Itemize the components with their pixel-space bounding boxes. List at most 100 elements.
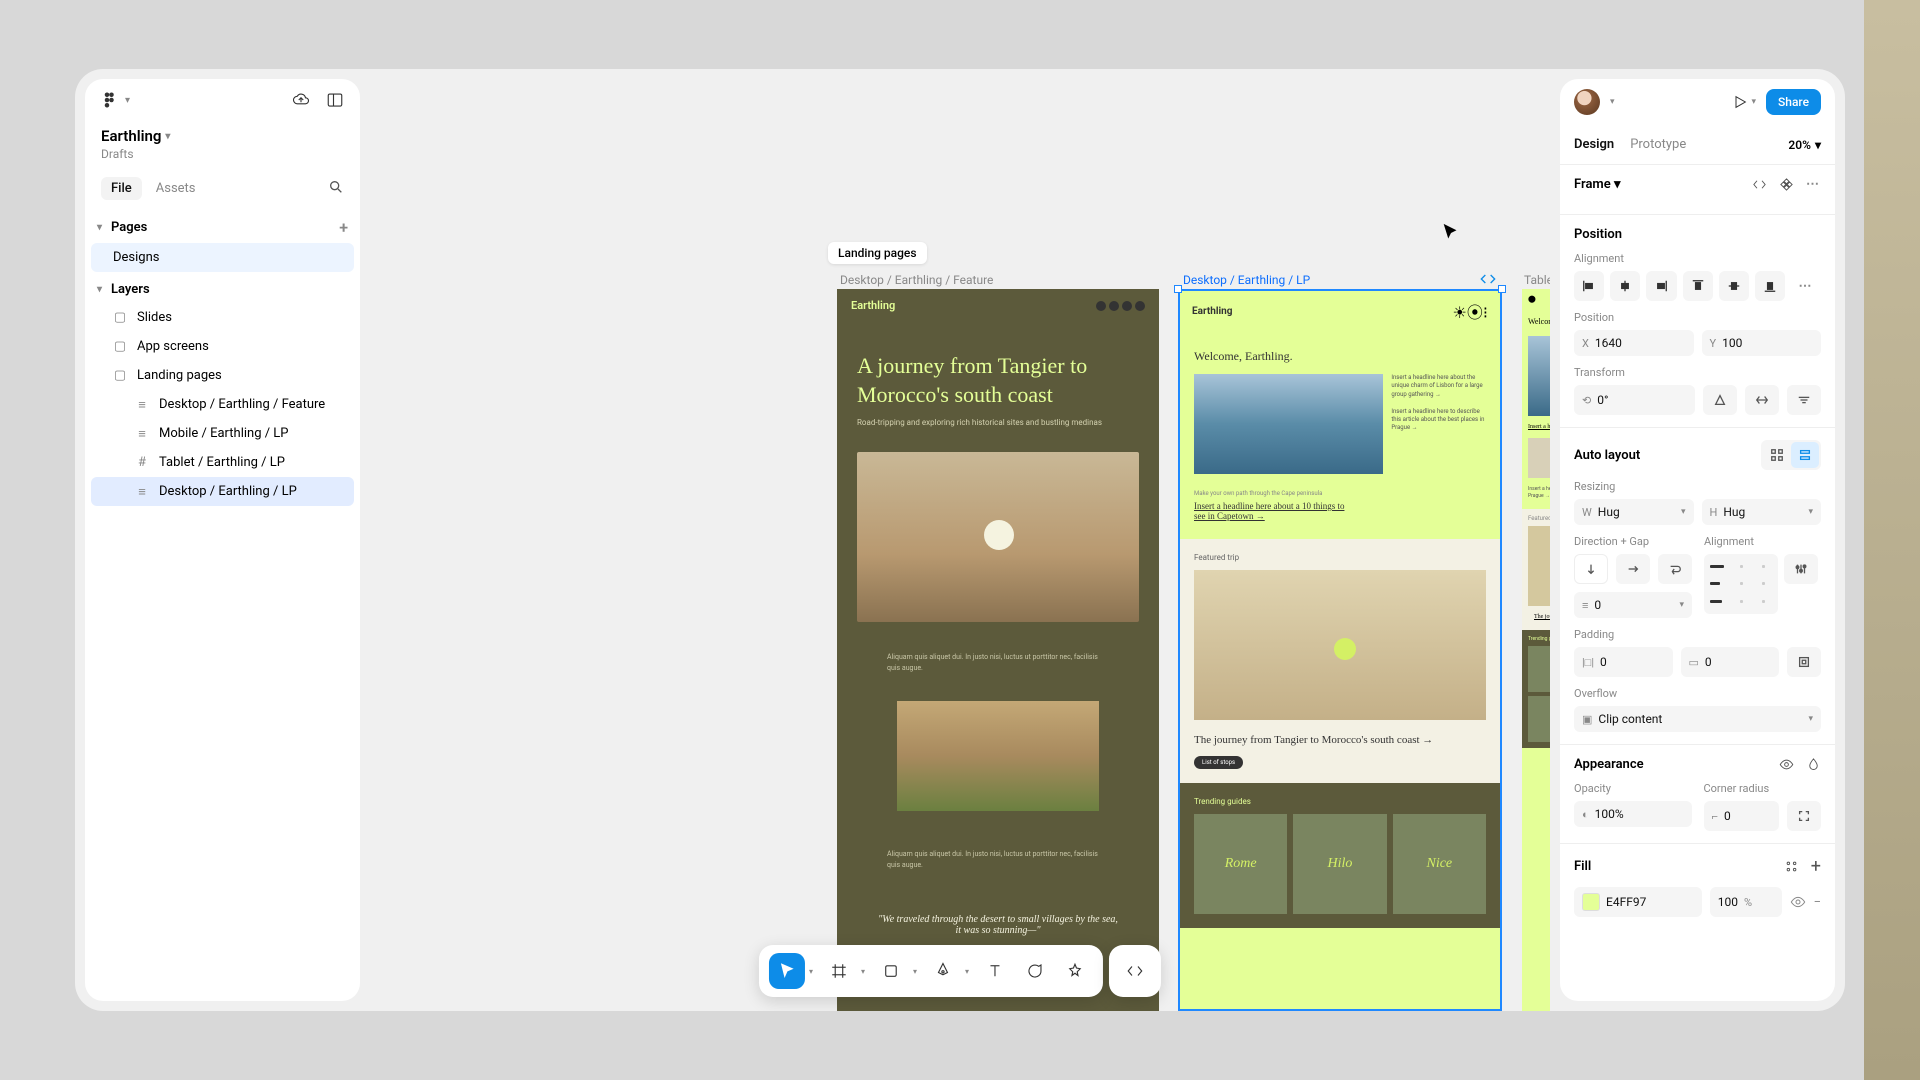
frame-tool[interactable] — [821, 953, 857, 989]
add-page-button[interactable]: + — [339, 218, 348, 237]
present-button[interactable]: ▾ — [1732, 94, 1757, 110]
tool-caret[interactable]: ▾ — [861, 967, 865, 976]
artboard-tablet-lp[interactable]: ⬤⦿ ⁝ Welcome, Earthling. Insert a headli… — [1522, 289, 1550, 1011]
radius-input[interactable]: ⌐0 — [1704, 801, 1780, 831]
opacity-input[interactable]: ◐100% — [1574, 801, 1692, 827]
site-logo: Earthling — [851, 299, 895, 312]
layers-header[interactable]: ▾ Layers — [85, 272, 360, 303]
frame-label-feature[interactable]: Desktop / Earthling / Feature — [840, 273, 993, 287]
canvas[interactable]: Landing pages Desktop / Earthling / Feat… — [370, 69, 1550, 1011]
zoom-control[interactable]: 20%▾ — [1788, 131, 1821, 158]
flip-h[interactable] — [1703, 385, 1737, 415]
share-button[interactable]: Share — [1766, 89, 1821, 115]
x-input[interactable]: X1640 — [1574, 330, 1694, 356]
align-h-center[interactable] — [1610, 271, 1640, 301]
dev-ready-badge[interactable] — [1480, 271, 1496, 291]
gap-input[interactable]: ≡0▾ — [1574, 592, 1692, 618]
align-v-center[interactable] — [1719, 271, 1749, 301]
hero-subtitle: Road-tripping and exploring rich histori… — [837, 417, 1159, 438]
shape-tool[interactable] — [873, 953, 909, 989]
styles-icon[interactable] — [1784, 859, 1799, 874]
user-avatar[interactable] — [1574, 89, 1600, 115]
tab-design[interactable]: Design — [1574, 131, 1614, 158]
cloud-upload-icon[interactable] — [292, 91, 310, 109]
remove-fill[interactable]: − — [1814, 895, 1821, 910]
overflow-select[interactable]: ▣Clip content▾ — [1574, 706, 1821, 732]
dir-vertical[interactable] — [1574, 554, 1608, 584]
more-icon[interactable]: ⋯ — [1806, 177, 1821, 192]
align-right[interactable] — [1646, 271, 1676, 301]
align-left[interactable] — [1574, 271, 1604, 301]
dir-wrap[interactable] — [1658, 554, 1692, 584]
artboard-desktop-lp[interactable]: Earthling☀⦿⁝ Welcome, Earthling. Insert … — [1178, 289, 1502, 1011]
article-image — [897, 701, 1099, 811]
move-tool[interactable] — [769, 953, 805, 989]
pen-tool[interactable] — [925, 953, 961, 989]
align-bottom[interactable] — [1755, 271, 1785, 301]
layer-mobile-lp[interactable]: ≡Mobile / Earthling / LP — [91, 419, 354, 448]
hero-title: A journey from Tangier to Morocco's sout… — [837, 322, 1159, 417]
add-fill[interactable]: + — [1811, 856, 1821, 877]
visibility-icon[interactable] — [1779, 757, 1794, 772]
tab-file[interactable]: File — [101, 177, 142, 200]
tool-caret[interactable]: ▾ — [913, 967, 917, 976]
text-tool[interactable] — [977, 953, 1013, 989]
al-off[interactable] — [1763, 442, 1791, 468]
fill-section: Fill — [1574, 859, 1591, 874]
figma-menu[interactable]: ▾ — [101, 91, 135, 109]
width-mode[interactable]: WHug▾ — [1574, 499, 1694, 525]
y-input[interactable]: Y100 — [1702, 330, 1822, 356]
figma-icon — [101, 91, 119, 109]
section-label[interactable]: Landing pages — [828, 242, 927, 264]
layer-desktop-lp[interactable]: ≡Desktop / Earthling / LP — [91, 477, 354, 506]
code-icon[interactable] — [1752, 177, 1767, 192]
chevron-down-icon: ▾ — [125, 95, 135, 106]
alignment-grid[interactable] — [1704, 554, 1778, 614]
file-name[interactable]: Earthling▾ — [101, 127, 175, 145]
flip-v[interactable] — [1745, 385, 1779, 415]
panel-toggle-icon[interactable] — [326, 91, 344, 109]
dir-horizontal[interactable] — [1616, 554, 1650, 584]
layer-landing-pages[interactable]: ▢Landing pages — [91, 361, 354, 390]
pages-header[interactable]: ▾ Pages + — [85, 208, 360, 243]
artboard-desktop-feature[interactable]: Earthling A journey from Tangier to Moro… — [837, 289, 1159, 1011]
body-text-2: Aliquam quis aliquet dui. In justo nisi,… — [837, 819, 1159, 890]
nav-icons: ☀⦿⁝ — [1453, 299, 1488, 323]
padding-v-input[interactable]: ▭0 — [1681, 647, 1780, 677]
blend-icon[interactable] — [1806, 757, 1821, 772]
comment-tool[interactable] — [1017, 953, 1053, 989]
frame-heading[interactable]: Frame ▾ — [1574, 177, 1620, 192]
frame-label-desktop-lp[interactable]: Desktop / Earthling / LP — [1183, 273, 1310, 287]
padding-individual[interactable] — [1787, 647, 1821, 677]
dev-mode-toggle[interactable] — [1117, 953, 1153, 989]
rotation-input[interactable]: ⟲0° — [1574, 385, 1695, 415]
height-mode[interactable]: HHug▾ — [1702, 499, 1822, 525]
padding-h-input[interactable]: |□|0 — [1574, 647, 1673, 677]
fill-alpha[interactable]: 100% — [1710, 887, 1782, 917]
tab-assets[interactable]: Assets — [146, 177, 206, 200]
selection-handle[interactable] — [1498, 285, 1506, 293]
align-more[interactable]: ⋯ — [1791, 271, 1821, 301]
al-settings[interactable] — [1784, 554, 1818, 584]
layer-slides[interactable]: ▢Slides — [91, 303, 354, 332]
fill-color[interactable]: E4FF97 — [1574, 887, 1702, 917]
selection-handle[interactable] — [1174, 285, 1182, 293]
tool-caret[interactable]: ▾ — [809, 967, 813, 976]
al-on[interactable] — [1791, 442, 1819, 468]
fill-visibility-icon[interactable] — [1790, 894, 1806, 910]
tab-prototype[interactable]: Prototype — [1630, 131, 1686, 158]
layer-desktop-feature[interactable]: ≡Desktop / Earthling / Feature — [91, 390, 354, 419]
component-icon[interactable] — [1779, 177, 1794, 192]
file-location[interactable]: Drafts — [101, 147, 344, 161]
actions-tool[interactable] — [1057, 953, 1093, 989]
layer-app-screens[interactable]: ▢App screens — [91, 332, 354, 361]
align-top[interactable] — [1683, 271, 1713, 301]
appearance-section: Appearance — [1574, 757, 1644, 772]
radius-individual[interactable] — [1787, 801, 1821, 831]
tool-caret[interactable]: ▾ — [965, 967, 969, 976]
page-item-designs[interactable]: Designs — [91, 243, 354, 272]
search-button[interactable] — [328, 179, 344, 199]
chevron-down-icon[interactable]: ▾ — [1610, 97, 1615, 107]
more-transform[interactable] — [1787, 385, 1821, 415]
layer-tablet-lp[interactable]: #Tablet / Earthling / LP — [91, 448, 354, 477]
